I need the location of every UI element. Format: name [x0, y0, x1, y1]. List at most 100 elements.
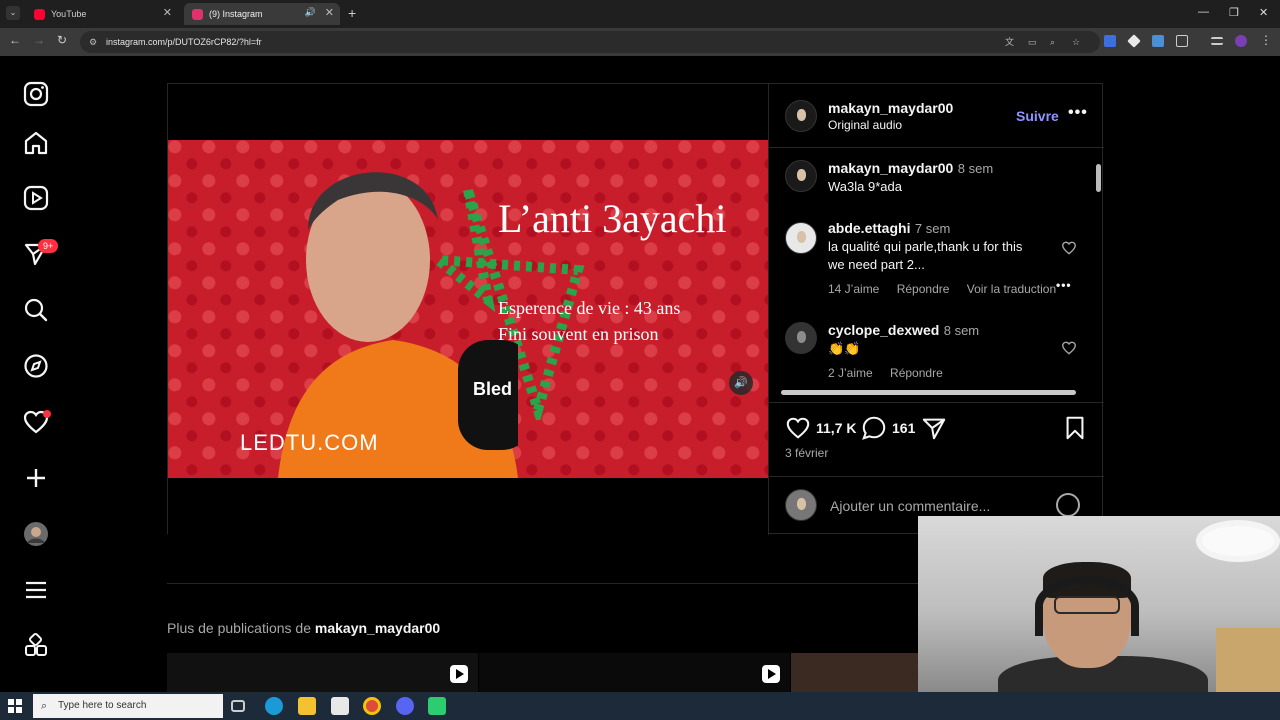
more-post-thumbnail[interactable]	[791, 653, 918, 692]
menu-hamburger-icon[interactable]	[22, 576, 50, 604]
reel-play-icon	[762, 665, 780, 683]
search-icon[interactable]	[22, 296, 50, 324]
post-header: makayn_maydar00 Original audio Suivre ••…	[769, 84, 1104, 148]
tab-title: YouTube	[51, 9, 87, 19]
reel-play-icon	[450, 665, 468, 683]
extension-translate-icon[interactable]	[1104, 35, 1116, 47]
comment-likes[interactable]: 2 J’aime	[828, 366, 873, 380]
close-tab-icon[interactable]: ✕	[325, 6, 334, 19]
comment-button[interactable]: 161	[861, 415, 915, 441]
emoji-picker-icon[interactable]	[1056, 493, 1080, 517]
comments-horizontal-scrollbar[interactable]	[771, 388, 1091, 396]
create-plus-icon[interactable]	[22, 464, 50, 492]
taskbar-search-input[interactable]: ⌕ Type here to search	[33, 694, 223, 718]
tab-audio-icon[interactable]: 🔊	[305, 7, 316, 18]
youtube-favicon-icon	[34, 8, 45, 20]
video-caption-line-2: Fini souvent en prison	[498, 324, 659, 344]
explore-compass-icon[interactable]	[22, 352, 50, 380]
svg-text:Bled: Bled	[473, 379, 512, 399]
comment-meta: 2 J’aime Répondre	[828, 366, 957, 380]
like-button[interactable]: 11,7 K	[785, 415, 856, 441]
reels-icon[interactable]	[22, 184, 50, 212]
close-tab-icon[interactable]: ✕	[163, 6, 172, 19]
edge-icon[interactable]	[265, 697, 283, 715]
post-date: 3 février	[785, 446, 829, 460]
tab-instagram[interactable]: (9) Instagram 🔊 ✕	[184, 3, 340, 25]
windows-start-icon[interactable]	[8, 699, 22, 713]
browser-menu-icon[interactable]: ⋮	[1257, 33, 1275, 47]
apps-grid-icon[interactable]	[22, 632, 50, 660]
bookmark-star-icon[interactable]: ☆	[1072, 31, 1080, 53]
ceiling-lamp	[1196, 520, 1280, 562]
add-comment-input[interactable]: Ajouter un commentaire...	[830, 498, 990, 514]
comment-count: 161	[892, 420, 916, 436]
reply-link[interactable]: Répondre	[890, 366, 943, 380]
comment-like-heart-icon[interactable]	[1061, 340, 1077, 356]
more-posts-heading: Plus de publications de makayn_maydar00	[167, 620, 440, 636]
store-icon[interactable]	[331, 697, 349, 715]
comment-likes[interactable]: 14 J’aime	[828, 282, 879, 296]
restore-icon[interactable]: ❐	[1229, 6, 1239, 19]
heart-icon	[786, 417, 810, 439]
share-button[interactable]	[921, 415, 952, 441]
reply-link[interactable]: Répondre	[897, 282, 950, 296]
taskbar-search-placeholder: Type here to search	[58, 700, 147, 711]
follow-button[interactable]: Suivre	[1016, 108, 1059, 124]
author-username[interactable]: makayn_maydar00	[828, 100, 953, 116]
translate-link[interactable]: Voir la traduction	[967, 282, 1056, 296]
forward-icon[interactable]: →	[30, 33, 48, 47]
minimize-icon[interactable]: —	[1198, 6, 1209, 18]
more-options-icon[interactable]: •••	[1068, 104, 1088, 122]
profile-avatar-icon[interactable]	[1235, 35, 1247, 47]
instagram-logo-icon[interactable]	[22, 80, 50, 108]
comments-vertical-scrollbar[interactable]	[1095, 148, 1103, 388]
media-controls-icon[interactable]	[1211, 37, 1223, 45]
video-frame[interactable]: L’anti 3ayachi Esperence de vie : 43 ans…	[168, 140, 768, 478]
comment-bubble-icon	[862, 416, 886, 440]
app-icon[interactable]	[428, 697, 446, 715]
comment-text: Wa3la 9*ada	[828, 179, 902, 194]
windows-taskbar: ⌕ Type here to search	[0, 692, 1280, 720]
commenter-avatar[interactable]	[785, 160, 817, 192]
task-view-icon[interactable]	[231, 700, 245, 712]
comment-options-icon[interactable]: •••	[1056, 278, 1072, 292]
close-window-icon[interactable]: ✕	[1259, 6, 1268, 19]
mute-toggle-icon[interactable]: 🔊	[729, 371, 753, 395]
more-post-thumbnail[interactable]	[167, 653, 478, 692]
comment-username[interactable]: abde.ettaghi	[828, 220, 910, 236]
back-icon[interactable]: ←	[6, 33, 24, 47]
tab-youtube[interactable]: YouTube ✕	[26, 3, 178, 25]
extensions-puzzle-icon[interactable]	[1176, 35, 1188, 47]
translate-icon[interactable]: 文	[1005, 31, 1014, 53]
site-info-icon[interactable]: ⚙	[89, 31, 97, 53]
audio-label[interactable]: Original audio	[828, 118, 902, 132]
url-text: instagram.com/p/DUTOZ6rCP82/?hl=fr	[106, 37, 262, 47]
video-player[interactable]: L’anti 3ayachi Esperence de vie : 43 ans…	[168, 84, 768, 535]
cast-icon[interactable]: ▭	[1028, 31, 1037, 53]
file-explorer-icon[interactable]	[298, 697, 316, 715]
comment-username[interactable]: makayn_maydar00	[828, 160, 953, 176]
save-button[interactable]	[1062, 415, 1093, 441]
share-send-icon	[922, 418, 946, 440]
address-bar[interactable]: ⚙ instagram.com/p/DUTOZ6rCP82/?hl=fr 文 ▭…	[80, 31, 1100, 53]
tab-search-chevron-icon[interactable]: ⌄	[6, 6, 20, 20]
author-avatar[interactable]	[785, 100, 817, 132]
reload-icon[interactable]: ↻	[53, 33, 71, 47]
person-with-microphone: Bled	[278, 172, 518, 478]
glasses	[1054, 596, 1120, 614]
more-posts-username[interactable]: makayn_maydar00	[315, 620, 440, 636]
extension-diamond-icon[interactable]	[1127, 34, 1141, 48]
commenter-avatar[interactable]	[785, 222, 817, 254]
home-icon[interactable]	[22, 129, 50, 157]
tab-title: (9) Instagram	[209, 9, 263, 19]
comment-username[interactable]: cyclope_dexwed	[828, 322, 939, 338]
commenter-avatar[interactable]	[785, 322, 817, 354]
more-post-thumbnail[interactable]	[479, 653, 790, 692]
zoom-icon[interactable]: ⌕	[1050, 31, 1055, 53]
chrome-icon[interactable]	[363, 697, 381, 715]
profile-avatar[interactable]	[22, 520, 50, 548]
comment-like-heart-icon[interactable]	[1061, 240, 1077, 256]
new-tab-button[interactable]: +	[348, 5, 356, 21]
discord-icon[interactable]	[396, 697, 414, 715]
extension-screen-icon[interactable]	[1152, 35, 1164, 47]
